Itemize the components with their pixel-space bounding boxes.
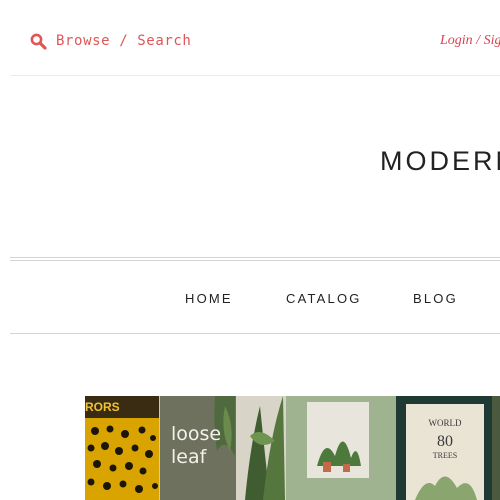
- nav-top-rule-inner: [10, 260, 500, 261]
- top-bar: Browse / Search Login / Sign: [0, 0, 500, 76]
- login-signup-link[interactable]: Login / Sign: [440, 33, 500, 49]
- book-green-plants: [286, 396, 396, 500]
- book-loose-leaf: loose leaf: [160, 396, 236, 500]
- bookshelf-photo: RORS loose leaf WORLD 80 TREES: [85, 396, 500, 500]
- book-title-rors: RORS: [85, 400, 120, 414]
- nav-top-rule: [10, 257, 500, 258]
- browse-search-label: Browse / Search: [56, 33, 192, 49]
- svg-text:TREES: TREES: [433, 451, 457, 460]
- nav-item-catalog[interactable]: CATALOG: [286, 291, 362, 306]
- nav-item-home[interactable]: HOME: [185, 291, 233, 306]
- svg-text:80: 80: [437, 433, 453, 450]
- nav-item-blog[interactable]: BLOG: [413, 291, 458, 306]
- book-world-80-trees: WORLD 80 TREES: [396, 396, 492, 500]
- svg-text:WORLD: WORLD: [429, 418, 462, 428]
- site-title[interactable]: MODERN: [380, 146, 500, 177]
- header-divider: [10, 75, 500, 76]
- nav-bottom-rule: [10, 333, 500, 334]
- search-icon: [30, 33, 47, 50]
- browse-search-link[interactable]: Browse / Search: [30, 31, 191, 51]
- hero-image[interactable]: RORS loose leaf WORLD 80 TREES: [85, 396, 500, 500]
- plants: [236, 396, 286, 500]
- svg-text:leaf: leaf: [171, 446, 208, 468]
- svg-text:loose: loose: [171, 423, 221, 445]
- book-polka-dots: RORS: [85, 396, 159, 500]
